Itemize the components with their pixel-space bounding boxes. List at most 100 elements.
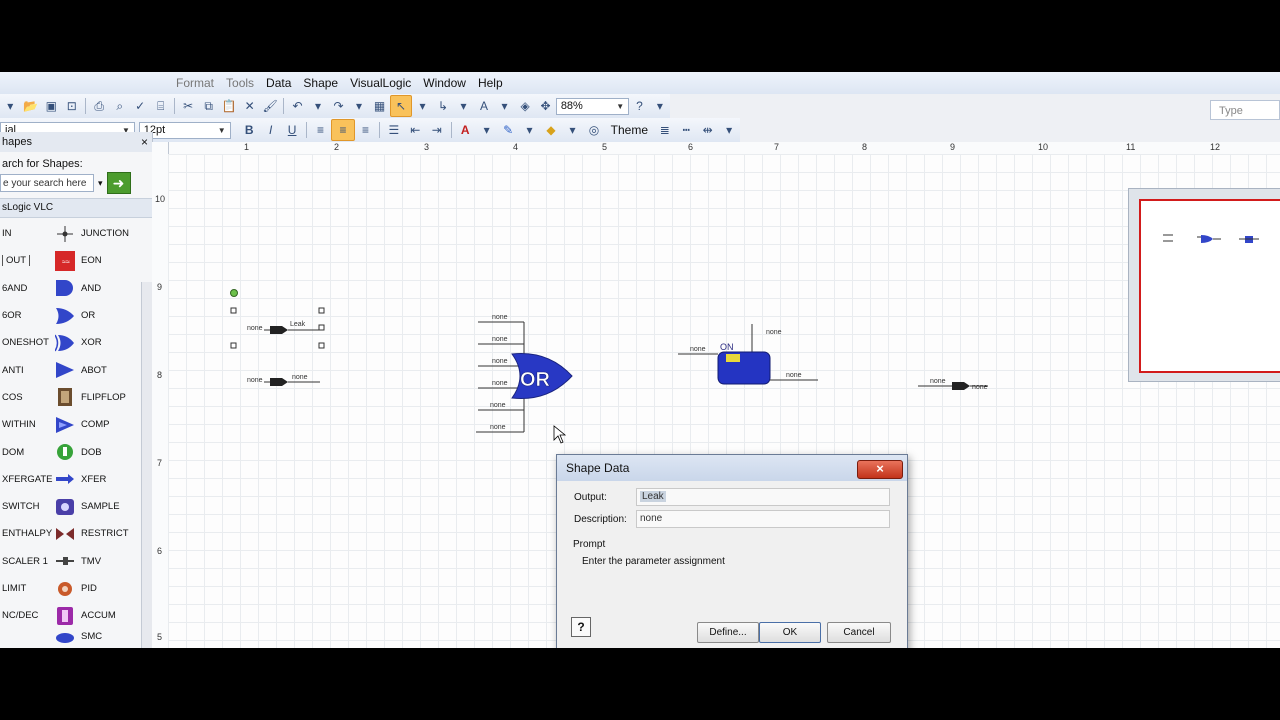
shapes-window-icon[interactable]: ▦: [369, 96, 390, 116]
shape-item-and[interactable]: AND: [81, 283, 101, 294]
search-input[interactable]: e your search here: [0, 174, 94, 192]
restrict-icon[interactable]: [55, 524, 75, 544]
line-ends-icon[interactable]: ⇹: [697, 120, 718, 140]
print-icon[interactable]: ⎙: [89, 96, 110, 116]
shape-item-xfergate[interactable]: XFERGATE: [0, 474, 55, 485]
sample-icon[interactable]: [55, 497, 75, 517]
eon-icon[interactable]: ≈≈: [55, 250, 75, 271]
selection-handle[interactable]: [230, 342, 237, 349]
dob-icon[interactable]: [55, 442, 75, 462]
shape-item-6and[interactable]: 6AND: [0, 283, 55, 294]
shape-item-abot[interactable]: ABOT: [81, 365, 107, 376]
shape-item-sample[interactable]: SAMPLE: [81, 501, 120, 512]
xfer-arrow-icon[interactable]: [55, 469, 75, 489]
align-center-icon[interactable]: ≡: [331, 119, 355, 141]
menu-tools[interactable]: Tools: [220, 76, 260, 90]
and-gate-icon[interactable]: [55, 278, 75, 298]
toolbar-options-icon[interactable]: ▾: [718, 120, 739, 140]
menu-help[interactable]: Help: [472, 76, 509, 90]
save-icon[interactable]: ▣: [41, 96, 62, 116]
shape-item-eon[interactable]: EON: [81, 255, 102, 266]
bullets-icon[interactable]: ☰: [383, 120, 404, 140]
shape-item-out[interactable]: OUT: [0, 255, 55, 267]
theme-button[interactable]: Theme: [605, 123, 654, 137]
shape-item-switch[interactable]: SWITCH: [0, 501, 55, 512]
menu-window[interactable]: Window: [417, 76, 472, 90]
zoom-combo[interactable]: 88% ▼: [555, 97, 630, 115]
leak-shape[interactable]: none Leak: [230, 289, 325, 349]
pid-icon[interactable]: [55, 579, 75, 599]
shape-item-dob[interactable]: DOB: [81, 447, 102, 458]
shape-item-pid[interactable]: PID: [81, 583, 97, 594]
shapes-panel-scrollbar[interactable]: [141, 282, 152, 648]
shape-item-smc[interactable]: SMC: [81, 631, 102, 642]
junction-icon[interactable]: [55, 224, 75, 244]
preview-viewport[interactable]: [1139, 199, 1280, 373]
print-preview-icon[interactable]: ⌕: [109, 96, 130, 116]
comp-icon[interactable]: [55, 415, 75, 435]
ok-button[interactable]: OK: [759, 622, 821, 643]
on-block-shape[interactable]: none none ON none: [678, 324, 818, 385]
pan-zoom-icon[interactable]: ✥: [535, 96, 556, 116]
copy-icon[interactable]: ⧉: [198, 96, 219, 116]
right-point-shape[interactable]: none none: [918, 378, 988, 391]
shape-item-accum[interactable]: ACCUM: [81, 610, 116, 621]
shape-item-6or[interactable]: 6OR: [0, 310, 55, 321]
pointer-tool-icon[interactable]: ↖: [389, 95, 413, 117]
font-color-dropdown-icon[interactable]: ▾: [476, 120, 497, 140]
shape-item-cos[interactable]: COS: [0, 392, 55, 403]
theme-icon[interactable]: ◎: [583, 120, 604, 140]
shape-item-or[interactable]: OR: [81, 310, 95, 321]
cut-icon[interactable]: ✂: [178, 96, 199, 116]
search-go-arrow-icon[interactable]: ➜: [106, 172, 131, 194]
redo-dropdown-icon[interactable]: ▾: [349, 96, 370, 116]
pan-zoom-preview[interactable]: [1128, 188, 1280, 382]
define-button[interactable]: Define...: [697, 622, 759, 643]
format-painter-icon[interactable]: 🖌: [260, 96, 281, 116]
redo-icon[interactable]: ↷: [328, 96, 349, 116]
flipflop-icon[interactable]: [55, 387, 75, 407]
increase-indent-icon[interactable]: ⇥: [426, 120, 447, 140]
shape-item-dom[interactable]: DOM: [0, 447, 55, 458]
undo-icon[interactable]: ↶: [287, 96, 308, 116]
undo-dropdown-icon[interactable]: ▾: [308, 96, 329, 116]
accum-icon[interactable]: [55, 606, 75, 626]
pointer-dropdown-icon[interactable]: ▾: [412, 96, 433, 116]
cancel-button[interactable]: Cancel: [827, 622, 891, 643]
rotation-handle[interactable]: [230, 289, 238, 297]
close-icon[interactable]: ×: [141, 132, 148, 152]
line-color-icon[interactable]: ✎: [497, 120, 518, 140]
smc-icon[interactable]: [55, 629, 75, 644]
line-weight-icon[interactable]: ≣: [654, 120, 675, 140]
paste-icon[interactable]: 📋: [219, 96, 240, 116]
shape-item-oneshot[interactable]: ONESHOT: [0, 337, 55, 348]
bold-button[interactable]: B: [239, 120, 260, 140]
menu-data[interactable]: Data: [260, 76, 297, 90]
italic-button[interactable]: I: [260, 120, 281, 140]
research-icon[interactable]: ⌸: [150, 96, 171, 116]
selection-handle[interactable]: [230, 307, 237, 314]
spelling-icon[interactable]: ✓: [130, 96, 151, 116]
help-icon[interactable]: ?: [571, 617, 591, 637]
close-icon[interactable]: ×: [857, 460, 903, 479]
shape-item-restrict[interactable]: RESTRICT: [81, 528, 129, 539]
shape-item-xfer[interactable]: XFER: [81, 474, 106, 485]
decrease-indent-icon[interactable]: ⇤: [405, 120, 426, 140]
shape-item-enthalpy[interactable]: ENTHALPY: [0, 528, 55, 539]
connector-dropdown-icon[interactable]: ▾: [453, 96, 474, 116]
dialog-titlebar[interactable]: Shape Data ×: [557, 455, 907, 481]
point-shape[interactable]: none none: [247, 374, 320, 386]
shape-item-junction[interactable]: JUNCTION: [81, 228, 129, 239]
shape-item-limit[interactable]: LIMIT: [0, 583, 55, 594]
fill-color-dropdown-icon[interactable]: ▾: [562, 120, 583, 140]
fill-tool-icon[interactable]: ◈: [515, 96, 536, 116]
text-tool-icon[interactable]: A: [474, 96, 495, 116]
shape-item-xor[interactable]: XOR: [81, 337, 102, 348]
line-color-dropdown-icon[interactable]: ▾: [519, 120, 540, 140]
abot-icon[interactable]: [55, 360, 75, 380]
shape-item-flipflop[interactable]: FLIPFLOP: [81, 392, 126, 403]
shape-item-within[interactable]: WITHIN: [0, 419, 55, 430]
output-field[interactable]: Leak: [636, 488, 890, 506]
shape-item-comp[interactable]: COMP: [81, 419, 110, 430]
fill-color-icon[interactable]: ◆: [540, 120, 561, 140]
